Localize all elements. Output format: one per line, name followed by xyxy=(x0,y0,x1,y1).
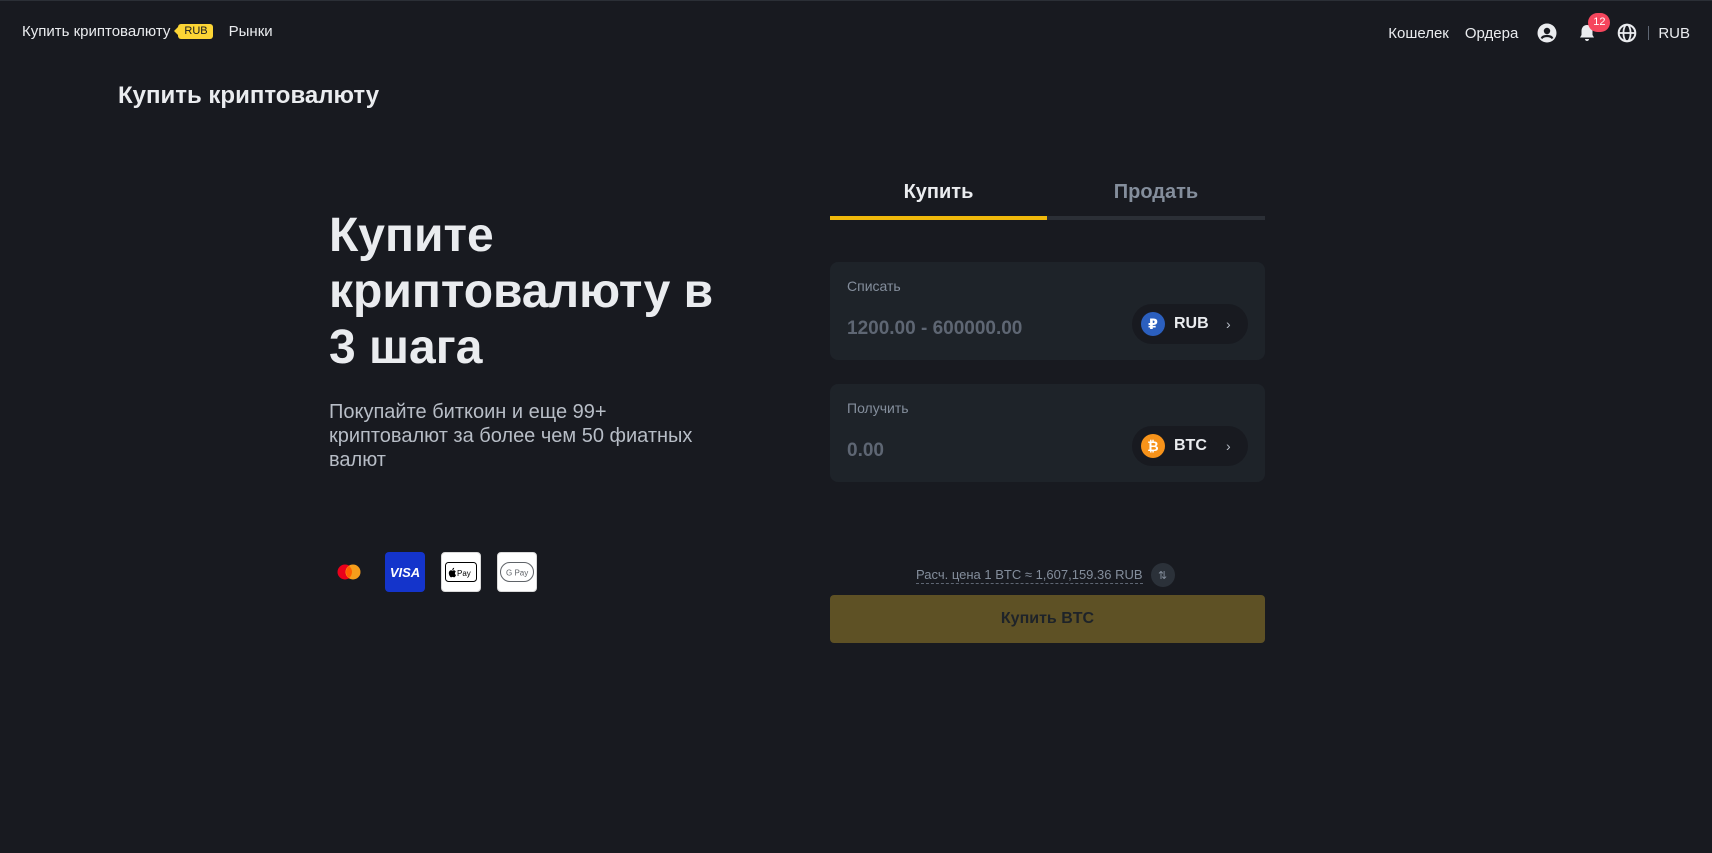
estimated-price-row: Расч. цена 1 BTC ≈ 1,607,159.36 RUB ⇅ xyxy=(916,563,1175,587)
nav-right: Кошелек Ордера 12 RUB xyxy=(1372,13,1690,45)
receive-label: Получить xyxy=(847,400,909,416)
hero-subtitle: Покупайте биткоин и еще 99+ криптовалют … xyxy=(329,401,693,471)
nav-orders-link[interactable]: Ордера xyxy=(1465,25,1518,42)
page-title: Купить криптовалюту xyxy=(118,82,380,109)
spend-field: Списать ₽ RUB › xyxy=(830,262,1265,360)
visa-icon: VISA xyxy=(385,552,425,592)
estimated-price-text[interactable]: Расч. цена 1 BTC ≈ 1,607,159.36 RUB xyxy=(916,567,1143,584)
nav-left: Купить криптовалюту RUB Рынки xyxy=(22,23,273,40)
visa-label: VISA xyxy=(389,564,421,580)
chevron-right-icon: › xyxy=(1226,316,1231,332)
apple-pay-icon: Pay xyxy=(441,552,481,592)
receive-currency-label: BTC xyxy=(1174,437,1207,454)
nav-divider xyxy=(1648,26,1650,40)
currency-badge: RUB xyxy=(174,24,213,39)
receive-amount-input[interactable] xyxy=(847,436,1117,466)
receive-currency-selector[interactable]: ₿ BTC › xyxy=(1132,426,1248,466)
receive-field: Получить ₿ BTC › xyxy=(830,384,1265,482)
spend-amount-input[interactable] xyxy=(847,314,1117,344)
tab-sell[interactable]: Продать xyxy=(1047,174,1265,220)
top-navbar: Купить криптовалюту RUB Рынки Кошелек Ор… xyxy=(0,0,1712,64)
spend-label: Списать xyxy=(847,278,901,294)
spend-currency-selector[interactable]: ₽ RUB › xyxy=(1132,304,1248,344)
google-pay-icon: G Pay xyxy=(497,552,537,592)
tab-buy[interactable]: Купить xyxy=(830,174,1047,220)
trade-tabs: Купить Продать xyxy=(830,174,1265,220)
fiat-currency-selector[interactable]: RUB xyxy=(1658,25,1690,42)
nav-markets-link[interactable]: Рынки xyxy=(229,23,273,40)
nav-buy-crypto-link[interactable]: Купить криптовалюту xyxy=(22,23,170,40)
swap-icon[interactable]: ⇅ xyxy=(1150,563,1175,587)
spend-currency-label: RUB xyxy=(1174,315,1209,332)
chevron-right-icon: › xyxy=(1226,438,1231,454)
ruble-icon: ₽ xyxy=(1141,312,1165,336)
buy-btc-button[interactable]: Купить BTC xyxy=(830,595,1265,643)
apple-pay-label: Pay xyxy=(457,569,471,578)
mastercard-icon xyxy=(329,552,369,592)
user-icon[interactable] xyxy=(1536,22,1558,44)
google-pay-label: G Pay xyxy=(506,569,528,578)
globe-icon[interactable] xyxy=(1616,22,1638,44)
payment-methods: VISA Pay G Pay xyxy=(329,552,553,592)
bell-icon[interactable]: 12 xyxy=(1576,13,1611,44)
bitcoin-icon: ₿ xyxy=(1141,434,1165,458)
notification-count-badge: 12 xyxy=(1588,13,1611,32)
nav-wallet-link[interactable]: Кошелек xyxy=(1388,25,1449,42)
hero-title: Купите криптовалюту в 3 шага xyxy=(329,209,714,374)
